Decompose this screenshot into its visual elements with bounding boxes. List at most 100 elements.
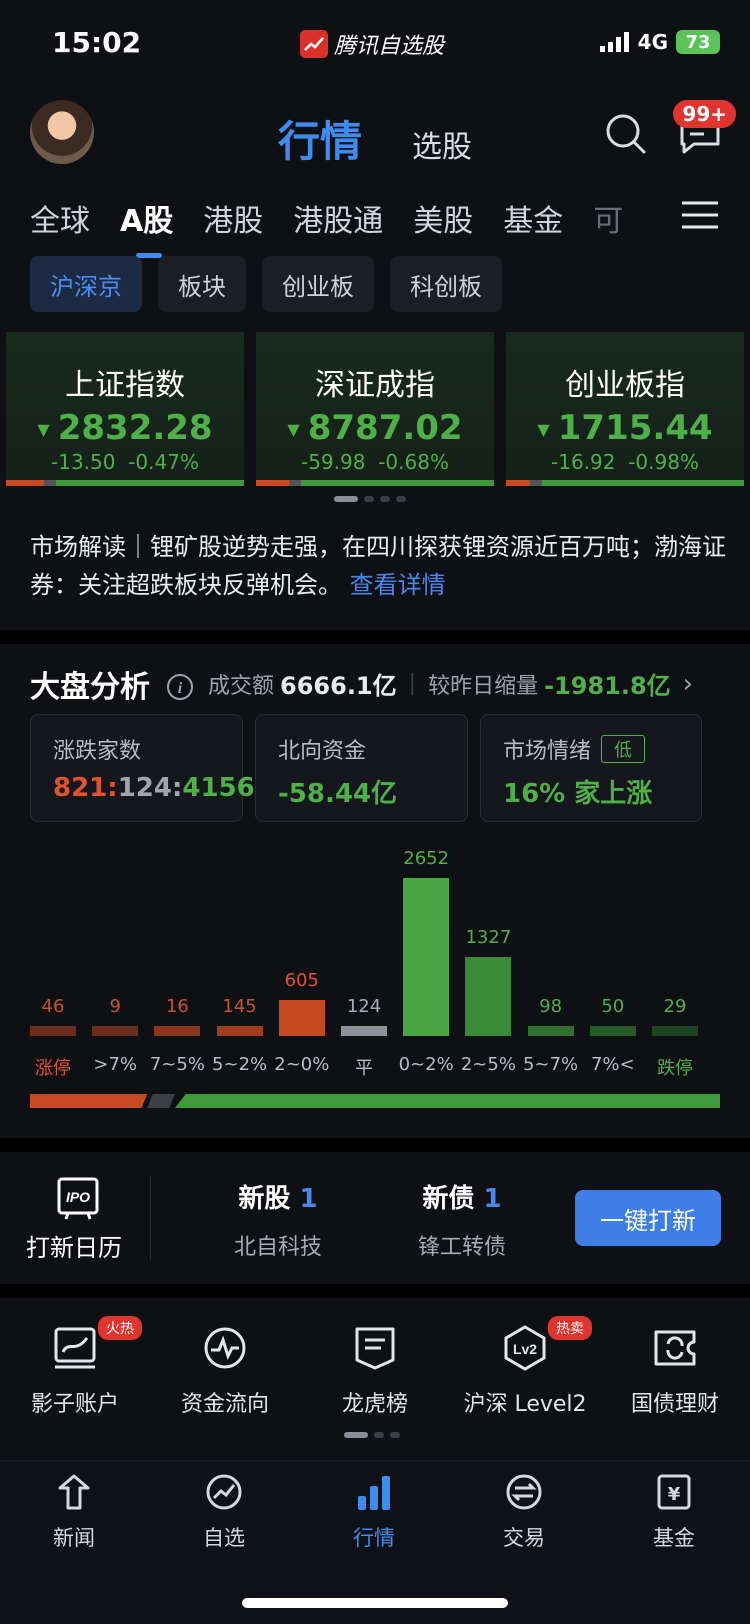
signal-icon — [599, 32, 629, 52]
ipo-icon[interactable]: IPO — [56, 1176, 100, 1224]
tab-market[interactable]: 行情 — [278, 108, 362, 169]
distribution-bar-value: 98 — [539, 996, 563, 1017]
sentiment-box[interactable]: 市场情绪低 16% 家上涨 — [480, 714, 702, 822]
nav-watchlist[interactable]: 自选 — [174, 1472, 274, 1552]
tab-more[interactable]: 可 — [593, 196, 623, 240]
distribution-bar-label: 7~5% — [149, 1054, 205, 1075]
tab-a-shares[interactable]: A股 — [120, 196, 173, 258]
nav-trade[interactable]: 交易 — [474, 1472, 574, 1552]
app-logo-icon — [300, 30, 328, 58]
sentiment-tag: 低 — [601, 735, 646, 763]
one-click-subscribe-button[interactable]: 一键打新 — [575, 1190, 721, 1246]
ratio-bar — [6, 480, 244, 486]
northbound-box[interactable]: 北向资金 -58.44亿 — [255, 714, 468, 822]
distribution-bar — [154, 1026, 201, 1036]
svg-text:¥: ¥ — [668, 1484, 681, 1505]
distribution-bar-label: 2~5% — [460, 1054, 516, 1075]
distribution-bar-value: 605 — [284, 970, 319, 991]
carousel-dots — [334, 496, 406, 502]
distribution-bar — [652, 1026, 698, 1036]
distribution-bar — [465, 957, 512, 1036]
funds-icon: ¥ — [657, 1474, 691, 1510]
sentiment-value: 16% 家上涨 — [503, 779, 653, 809]
distribution-bar-label: 5~2% — [212, 1054, 268, 1075]
info-icon[interactable]: i — [166, 673, 194, 701]
index-card[interactable]: 上证指数 ▼ 2832.28 -13.50 -0.47% — [6, 332, 244, 486]
index-change: -59.98 -0.68% — [301, 450, 449, 474]
market-icon — [358, 1476, 390, 1510]
news-icon — [58, 1474, 90, 1510]
subtab-sh-sz-bj[interactable]: 沪深京 — [30, 256, 142, 312]
subtab-chinext[interactable]: 创业板 — [262, 256, 374, 312]
distribution-bar — [589, 1026, 636, 1036]
market-stat-boxes: 涨跌家数 821:124:4156 北向资金 -58.44亿 市场情绪低 16%… — [30, 714, 702, 822]
index-name: 上证指数 — [65, 368, 185, 403]
tab-stock-picker[interactable]: 选股 — [412, 122, 472, 166]
index-name: 深证成指 — [315, 368, 435, 403]
divider — [0, 1284, 750, 1298]
distribution-bar-value: 2652 — [403, 848, 450, 869]
index-card[interactable]: 创业板指 ▼ 1715.44 -16.92 -0.98% — [506, 332, 744, 486]
svg-text:Lv2: Lv2 — [513, 1341, 537, 1357]
sub-tabs: 沪深京 板块 创业板 科创板 — [30, 256, 502, 312]
index-card[interactable]: 深证成指 ▼ 8787.02 -59.98 -0.68% — [256, 332, 494, 486]
avatar[interactable] — [30, 100, 94, 164]
down-triangle-icon: ▼ — [37, 420, 50, 439]
distribution-bar-value: 9 — [109, 996, 121, 1017]
news-banner[interactable]: 市场解读｜锂矿股逆势走强，在四川探获锂资源近百万吨；渤海证券：关注超跌板块反弹机… — [30, 528, 730, 604]
tool-treasury[interactable]: 国债理财 — [600, 1324, 750, 1418]
distribution-bar — [30, 1026, 76, 1036]
status-app-name: 腾讯自选股 — [300, 28, 444, 60]
market-analysis-title: 大盘分析 i — [30, 662, 194, 706]
distribution-bar-value: 124 — [346, 996, 382, 1017]
divider — [0, 630, 750, 644]
news-detail-link[interactable]: 查看详情 — [350, 571, 446, 599]
level2-icon: Lv2 — [501, 1324, 549, 1372]
distribution-bar-label: 2~0% — [274, 1054, 330, 1075]
tab-us[interactable]: 美股 — [413, 196, 473, 240]
distribution-bar — [341, 1026, 387, 1036]
index-change: -16.92 -0.98% — [551, 450, 699, 474]
menu-icon[interactable] — [682, 200, 718, 234]
northbound-value: -58.44亿 — [278, 779, 398, 809]
turnover-info[interactable]: 成交额 6666.1亿 | 较昨日缩量 -1981.8亿 › — [208, 666, 693, 701]
tab-global[interactable]: 全球 — [30, 196, 90, 240]
subtab-star[interactable]: 科创板 — [390, 256, 502, 312]
turnover-value: 6666.1亿 — [280, 672, 397, 700]
tab-hk-connect[interactable]: 港股通 — [293, 196, 383, 240]
distribution-bar-value: 16 — [165, 996, 189, 1017]
distribution-bar-label: 跌停 — [657, 1058, 693, 1079]
battery-icon: 73 — [676, 30, 720, 54]
search-icon[interactable] — [604, 112, 648, 160]
nav-market[interactable]: 行情 — [324, 1472, 424, 1552]
subtab-sectors[interactable]: 板块 — [158, 256, 246, 312]
down-triangle-icon: ▼ — [287, 420, 300, 439]
distribution-bar-label: 0~2% — [398, 1054, 454, 1075]
tab-hk[interactable]: 港股 — [203, 196, 263, 240]
distribution-bar-value: 1327 — [465, 927, 512, 948]
home-indicator — [242, 1598, 508, 1608]
new-stock[interactable]: 新股 1 北自科技 — [218, 1178, 338, 1261]
hot-sale-badge: 热卖 — [548, 1316, 592, 1340]
tool-fund-flow[interactable]: 资金流向 — [150, 1324, 300, 1418]
distribution-bar-label: 7%< — [590, 1054, 635, 1075]
distribution-bar — [527, 1026, 574, 1036]
distribution-bar-label: 5~7% — [523, 1054, 579, 1075]
ratio-bar — [256, 480, 494, 486]
distribution-bar-label: 平 — [355, 1058, 373, 1079]
svg-text:IPO: IPO — [66, 1189, 90, 1205]
down-triangle-icon: ▼ — [537, 420, 550, 439]
nav-funds[interactable]: ¥ 基金 — [624, 1472, 724, 1552]
tab-funds[interactable]: 基金 — [503, 196, 563, 240]
status-time: 15:02 — [52, 26, 142, 59]
ipo-calendar-label[interactable]: 打新日历 — [26, 1228, 122, 1263]
updown-count-box[interactable]: 涨跌家数 821:124:4156 — [30, 714, 255, 822]
tool-dragon-tiger[interactable]: 龙虎榜 — [300, 1324, 450, 1418]
new-bond[interactable]: 新债 1 锋工转债 — [402, 1178, 522, 1261]
nav-news[interactable]: 新闻 — [24, 1472, 124, 1552]
index-value: ▼ 8787.02 — [287, 408, 463, 448]
treasury-icon — [651, 1324, 699, 1372]
vertical-divider — [150, 1176, 151, 1260]
distribution-bar-value: 145 — [222, 996, 257, 1017]
divider — [0, 1138, 750, 1152]
